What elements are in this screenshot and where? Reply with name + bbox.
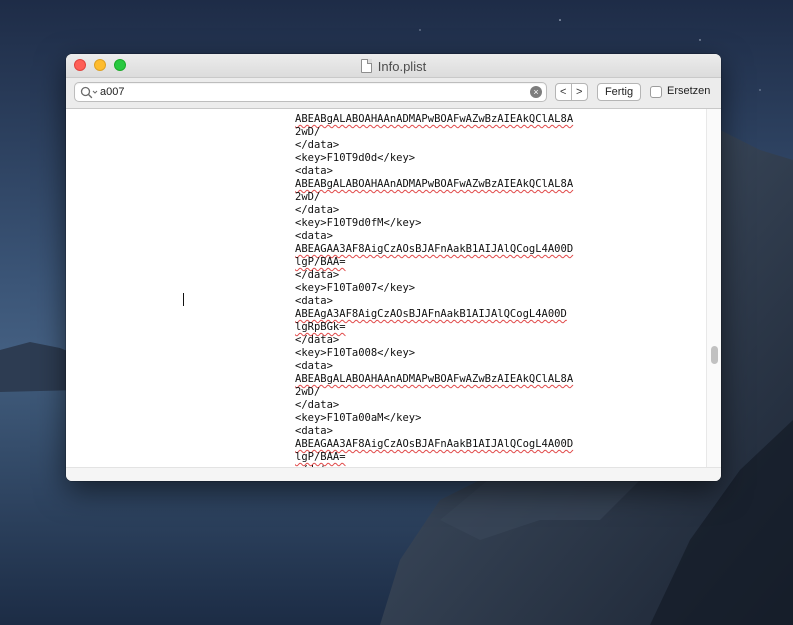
code-line: </data> (295, 334, 573, 347)
replace-label: Ersetzen (667, 85, 711, 97)
code-line-text: <data> (295, 230, 333, 242)
code-line-text: 2wD/ (295, 191, 321, 203)
code-line-text: ABEABgALABOAHAAnADMAPwBOAFwAZwBzAIEAkQCl… (295, 178, 574, 190)
code-line: <data> (295, 295, 573, 308)
code-line: ABEAGAA3AF8AigCzAOsBJAFnAakB1AIJAlQCogL4… (295, 438, 573, 451)
search-icon[interactable] (80, 86, 98, 99)
code-line-text: <key>F10T9d0d</key> (295, 152, 416, 164)
next-match-button[interactable]: > (572, 84, 587, 100)
code-line-text: lgP/BAA= (295, 451, 346, 463)
document-icon (360, 59, 372, 73)
code-line: lgP/BAA= (295, 451, 573, 464)
code-line: ABEABgALABOAHAAnADMAPwBOAFwAZwBzAIEAkQCl… (295, 113, 573, 126)
code-line: 2wD/ (295, 386, 573, 399)
code-line-text: 2wD/ (295, 386, 321, 398)
code-line: <key>F10Ta00aM</key> (295, 412, 573, 425)
code-line: </data> (295, 139, 573, 152)
code-line: ABEAGAA3AF8AigCzAOsBJAFnAakB1AIJAlQCogL4… (295, 243, 573, 256)
find-bar: × < > Fertig Ersetzen (66, 78, 721, 109)
code-line: </data> (295, 399, 573, 412)
code-lines: <data>ABEABgALABOAHAAnADMAPwBOAFwAZwBzAI… (295, 109, 573, 467)
code-line-text: </data> (295, 399, 340, 411)
code-line-text: ABEABgALABOAHAAnADMAPwBOAFwAZwBzAIEAkQCl… (295, 113, 574, 125)
code-line-text: <data> (295, 295, 333, 307)
code-line: <key>F10Ta007</key> (295, 282, 573, 295)
window-title: Info.plist (377, 58, 427, 74)
done-button[interactable]: Fertig (597, 83, 641, 101)
code-line-text: lgRpBGk= (295, 321, 346, 333)
search-input[interactable] (100, 84, 520, 100)
code-line-text: <key>F10Ta007</key> (295, 282, 416, 294)
code-line-text: </data> (295, 334, 340, 346)
code-line-text: </data> (295, 139, 340, 151)
code-line-text: <key>F10Ta008</key> (295, 347, 416, 359)
code-line: 2wD/ (295, 191, 573, 204)
code-line: <key>F10T9d0fM</key> (295, 217, 573, 230)
textedit-window: Info.plist × < > Fertig Ersetzen <data>A… (66, 54, 721, 481)
code-line-text: <key>F10T9d0fM</key> (295, 217, 422, 229)
code-line: 2wD/ (295, 126, 573, 139)
code-line: </data> (295, 269, 573, 282)
text-editor[interactable]: <data>ABEABgALABOAHAAnADMAPwBOAFwAZwBzAI… (66, 109, 706, 467)
text-cursor (183, 293, 184, 306)
code-line-text: ABEABgALABOAHAAnADMAPwBOAFwAZwBzAIEAkQCl… (295, 373, 574, 385)
code-line: lgP/BAA= (295, 256, 573, 269)
replace-checkbox[interactable] (650, 86, 662, 98)
code-line-text: ABEAGAA3AF8AigCzAOsBJAFnAakB1AIJAlQCogL4… (295, 243, 574, 255)
search-field[interactable]: × (74, 82, 547, 102)
code-line-text: lgP/BAA= (295, 256, 346, 268)
code-line-text: ABEAGAA3AF8AigCzAOsBJAFnAakB1AIJAlQCogL4… (295, 438, 574, 450)
code-line: </data> (295, 204, 573, 217)
code-line-text: </data> (295, 204, 340, 216)
code-line: <key>F10T9d0d</key> (295, 152, 573, 165)
code-line: <data> (295, 360, 573, 373)
code-line: ABEAgA3AF8AigCzAOsBJAFnAakB1AIJAlQCogL4A… (295, 308, 573, 321)
code-line-text: </data> (295, 269, 340, 281)
horizontal-scroll-area (66, 467, 721, 481)
code-line-text: <data> (295, 165, 333, 177)
code-line-text: <data> (295, 360, 333, 372)
code-line: <data> (295, 165, 573, 178)
code-line: ABEABgALABOAHAAnADMAPwBOAFwAZwBzAIEAkQCl… (295, 373, 573, 386)
code-line: ABEABgALABOAHAAnADMAPwBOAFwAZwBzAIEAkQCl… (295, 178, 573, 191)
code-line: <data> (295, 230, 573, 243)
title-bar: Info.plist (66, 54, 721, 78)
code-line: lgRpBGk= (295, 321, 573, 334)
scrollbar-thumb[interactable] (711, 346, 718, 364)
code-line-text: ABEAgA3AF8AigCzAOsBJAFnAakB1AIJAlQCogL4A… (295, 308, 567, 320)
find-navigation: < > (555, 83, 588, 101)
code-line: <data> (295, 425, 573, 438)
code-line-text: 2wD/ (295, 126, 321, 138)
vertical-scrollbar[interactable] (706, 109, 721, 467)
code-line-text: <data> (295, 425, 333, 437)
code-line: <key>F10Ta008</key> (295, 347, 573, 360)
window-title-area: Info.plist (66, 54, 721, 78)
code-line-text: <data> (295, 109, 333, 112)
clear-search-icon[interactable]: × (530, 86, 542, 98)
code-line-text: <key>F10Ta00aM</key> (295, 412, 422, 424)
previous-match-button[interactable]: < (556, 84, 572, 100)
